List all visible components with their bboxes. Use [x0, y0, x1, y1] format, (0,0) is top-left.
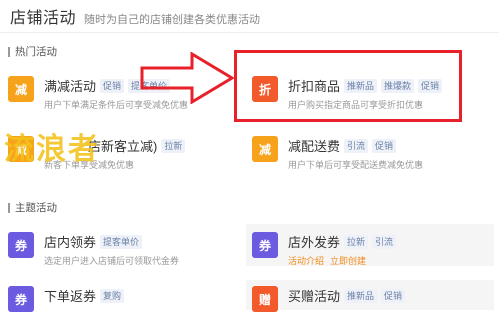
card-jianpeisong-title: 减配送费 — [288, 139, 341, 154]
tag: 促销 — [100, 78, 125, 93]
coupon-icon: 券 — [8, 232, 34, 258]
tag: 引流 — [372, 234, 397, 249]
activity-intro-link[interactable]: 活动介绍 — [288, 254, 324, 267]
tag: 复购 — [100, 288, 125, 303]
section-hot: 热门活动 — [8, 44, 57, 59]
card-jianpeisong[interactable]: 减 减配送费 引流 促销 用户下单后可享受配送费减免优惠 — [252, 136, 472, 171]
card-dianneiling[interactable]: 券 店内领券 提客单价 选定用户进入店铺后可领取代金券 — [8, 232, 228, 267]
tag: 拉新 — [344, 234, 369, 249]
create-now-link[interactable]: 立即创建 — [330, 254, 366, 267]
tag: 促销 — [418, 78, 443, 93]
card-zhekou[interactable]: 折 折扣商品 推新品 推爆款 促销 用户购买指定商品可享受折扣优惠 — [252, 76, 457, 111]
card-jianpeisong-desc: 用户下单后可享受配送费减免优惠 — [288, 160, 424, 170]
card-xiadanfan-title: 下单返券 — [44, 289, 97, 304]
card-manjian-title: 满减活动 — [44, 79, 97, 94]
card-dianwaifa[interactable]: 券 店外发券 拉新 引流 活动介绍 立即创建 — [246, 224, 494, 266]
tag: 提客单价 — [100, 234, 143, 249]
section-bar — [8, 202, 10, 213]
header-divider — [0, 32, 499, 33]
tag: 引流 — [344, 138, 369, 153]
tag: 促销 — [372, 138, 397, 153]
discount-icon: 折 — [252, 76, 278, 102]
card-zhekou-desc: 用户购买指定商品可享受折扣优惠 — [288, 100, 424, 110]
card-maizeng-title: 买赠活动 — [288, 289, 341, 304]
gift-icon: 赠 — [252, 286, 278, 312]
tag: 推爆款 — [381, 78, 415, 93]
card-xiadanfan[interactable]: 券 下单返券 复购 — [8, 286, 228, 312]
section-theme-label: 主题活动 — [15, 202, 57, 214]
card-zhekou-title: 折扣商品 — [288, 79, 341, 94]
card-dianneiling-desc: 选定用户进入店铺后可领取代金券 — [44, 256, 180, 266]
watermark: 流浪者 — [4, 132, 100, 167]
tag: 拉新 — [161, 138, 186, 153]
section-bar — [8, 46, 10, 57]
card-maizeng[interactable]: 赠 买赠活动 推新品 促销 — [246, 280, 494, 312]
coupon-icon: 券 — [8, 286, 34, 312]
tag: 促销 — [381, 288, 406, 303]
discount-icon: 减 — [8, 76, 34, 102]
discount-icon: 减 — [252, 136, 278, 162]
section-theme: 主题活动 — [8, 200, 57, 215]
tag: 推新品 — [344, 288, 378, 303]
coupon-icon: 券 — [252, 232, 278, 258]
card-dianwaifa-title: 店外发券 — [288, 235, 341, 250]
page-subtitle: 随时为自己的店铺创建各类优惠活动 — [84, 14, 261, 26]
section-hot-label: 热门活动 — [15, 46, 57, 58]
page-title: 店铺活动 — [10, 10, 77, 27]
arrow-right-icon — [140, 52, 235, 104]
card-dianneiling-title: 店内领券 — [44, 235, 97, 250]
page-header: 店铺活动 随时为自己的店铺创建各类优惠活动 — [10, 4, 260, 28]
tag: 推新品 — [344, 78, 378, 93]
